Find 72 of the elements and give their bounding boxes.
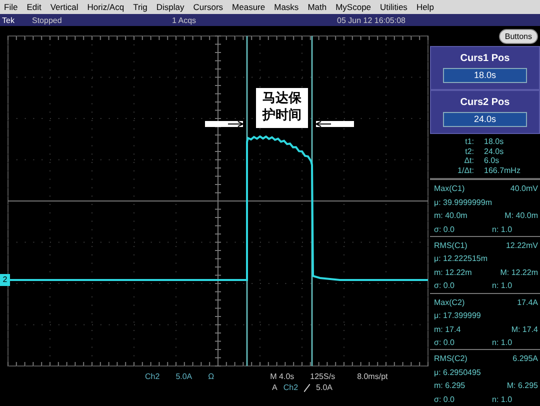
cursor-position-label: Curs2 Pos <box>460 97 510 108</box>
cursor-readout-label: t2: <box>464 146 474 156</box>
measurement-value: 12.22mV <box>506 240 538 250</box>
cursor-readout-value: 6.0s <box>484 156 500 166</box>
brand-label: Tek <box>1 16 16 24</box>
measurement-sigma: σ: 0.0 <box>434 394 455 404</box>
measurement-title: Max(C2) <box>434 298 465 307</box>
measurement-title: Max(C1) <box>434 184 465 194</box>
acquisition-count: 1 Acqs <box>172 16 198 24</box>
record-resolution: 8.0ms/pt <box>357 372 388 381</box>
timebase-label: M 4.0s <box>270 372 294 381</box>
measurement-max: M: 17.4 <box>511 324 538 334</box>
measurement-value: 40.0mV <box>510 184 538 194</box>
measurement-mean: μ: 17.399999 <box>434 311 481 320</box>
cursor-position-field[interactable]: 18.0s <box>443 68 527 83</box>
arrow-left-icon <box>314 121 354 127</box>
menu-item[interactable]: Masks <box>274 2 299 12</box>
measurement-value: 17.4A <box>517 298 538 307</box>
menu-item[interactable]: Utilities <box>380 2 408 12</box>
measurement-min: m: 6.295 <box>434 381 466 390</box>
vertical-scale: 5.0A <box>176 372 192 381</box>
measurement-value: 6.295A <box>512 354 538 364</box>
cursor-readout-value: 18.0s <box>484 137 504 146</box>
measurement-sigma: σ: 0.0 <box>434 281 455 290</box>
menu-item[interactable]: Display <box>156 2 184 12</box>
cursor-readout-label: t1: <box>464 137 474 146</box>
arrow-right-icon <box>205 121 244 127</box>
measurement-title: RMS(C2) <box>434 354 468 364</box>
measurement-max: M: 12.22m <box>500 268 538 277</box>
measurement-count: n: 1.0 <box>492 394 514 404</box>
cursor-readout-label: Δt: <box>463 156 474 166</box>
measurement-max: M: 6.295 <box>506 381 538 390</box>
trigger-source: Ch2 <box>283 383 298 392</box>
cursor-position-label: Curs1 Pos <box>460 53 510 64</box>
menu-item[interactable]: Horiz/Acq <box>87 2 124 12</box>
buttons-button[interactable]: Buttons <box>498 28 538 44</box>
trigger-mode: A <box>272 383 278 392</box>
measurement-mean: μ: 39.9999999m <box>434 198 492 207</box>
measurement-count: n: 1.0 <box>492 224 514 234</box>
measurement-sigma: σ: 0.0 <box>434 338 455 348</box>
menu-item[interactable]: Help <box>416 2 434 12</box>
sample-rate: 125S/s <box>310 372 336 381</box>
measurement-mean: μ: 6.2950495 <box>434 368 481 377</box>
menu-item[interactable]: Math <box>308 2 327 12</box>
rising-edge-icon <box>304 384 310 392</box>
channel-marker[interactable]: 2 <box>0 274 10 286</box>
coupling-label: Ω <box>208 372 214 381</box>
menu-item[interactable]: Cursors <box>193 2 224 12</box>
menu-item[interactable]: MyScope <box>336 2 372 12</box>
measurement-sigma: σ: 0.0 <box>434 224 455 234</box>
channel-label: Ch2 <box>145 372 160 381</box>
measurement-mean: μ: 12.222515m <box>434 254 488 264</box>
cursor-readout-value: 24.0s <box>484 146 504 156</box>
annotation-label: 马达保护时间 <box>256 88 308 128</box>
menu-item[interactable]: Measure <box>232 2 266 12</box>
menu-item[interactable]: Edit <box>26 2 42 12</box>
cursor-readout-label: 1/Δt: <box>456 166 474 175</box>
measurement-min: m: 12.22m <box>434 268 472 277</box>
menu-item[interactable]: Vertical <box>50 2 78 12</box>
cursor-readout-value: 166.7mHz <box>484 166 520 175</box>
measurement-min: m: 17.4 <box>434 324 461 334</box>
measurement-title: RMS(C1) <box>434 240 468 250</box>
measurement-min: m: 40.0m <box>434 211 468 220</box>
date-time: 05 Jun 12 16:05:08 <box>337 16 406 24</box>
measurement-max: M: 40.0m <box>504 211 538 220</box>
cursor-position-field[interactable]: 24.0s <box>443 112 527 127</box>
acquisition-state: Stopped <box>32 16 63 24</box>
measurement-count: n: 1.0 <box>492 281 514 290</box>
menu-item[interactable]: File <box>4 2 18 12</box>
measurement-count: n: 1.0 <box>492 338 514 348</box>
menu-item[interactable]: Trig <box>133 2 148 12</box>
trigger-level: 5.0A <box>316 383 332 392</box>
